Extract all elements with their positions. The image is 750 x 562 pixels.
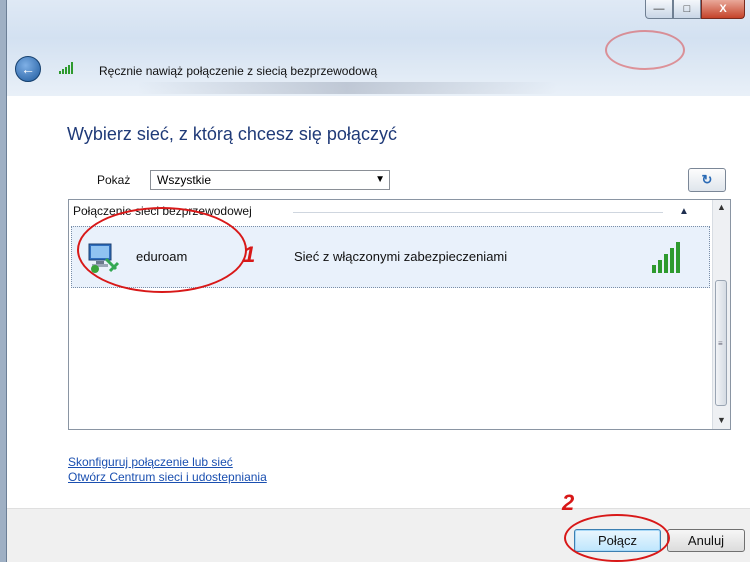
configure-connection-link[interactable]: Skonfiguruj połączenie lub sieć	[68, 455, 233, 469]
wireless-signal-icon	[59, 62, 73, 74]
dropdown-arrow-icon: ▼	[375, 174, 385, 185]
window-title: Ręcznie nawiąż połączenie z siecią bezpr…	[99, 64, 378, 78]
grip-icon: ≡	[718, 339, 723, 348]
refresh-icon: ↻	[701, 172, 713, 187]
scroll-thumb[interactable]: ≡	[715, 280, 727, 406]
maximize-icon: □	[683, 3, 691, 15]
network-security: Sieć z włączonymi zabezpieczeniami	[294, 249, 508, 264]
back-arrow-icon: ←	[21, 61, 35, 77]
annotation-ellipse-1	[77, 207, 247, 293]
close-icon: X	[719, 3, 727, 15]
scroll-up-icon[interactable]: ▲	[717, 202, 726, 212]
background-blur	[137, 82, 557, 94]
group-divider	[293, 212, 663, 213]
annotation-ellipse-2	[564, 514, 670, 562]
page-heading: Wybierz sieć, z którą chcesz się połączy…	[67, 124, 397, 144]
close-button[interactable]: X	[701, 0, 745, 19]
annotation-step-2: 2	[562, 490, 575, 515]
list-scrollbar[interactable]: ▲ ≡ ▼	[712, 200, 730, 429]
background-ellipse	[605, 30, 685, 70]
maximize-button[interactable]: □	[673, 0, 701, 19]
minimize-button[interactable]: —	[645, 0, 673, 19]
connect-wireless-window: — □ X ← Ręcznie nawiąż połączenie z siec…	[6, 0, 750, 562]
window-controls: — □ X	[645, 0, 745, 19]
minimize-icon: —	[653, 3, 665, 15]
signal-strength-icon	[652, 242, 680, 273]
back-button[interactable]: ←	[15, 56, 41, 82]
annotation-step-1: 1	[243, 242, 256, 267]
show-filter-select[interactable]: Wszystkie ▼	[150, 170, 390, 190]
show-filter-value: Wszystkie	[157, 173, 211, 187]
cancel-button[interactable]: Anuluj	[667, 529, 745, 552]
refresh-button[interactable]: ↻	[688, 168, 726, 192]
scroll-down-icon[interactable]: ▼	[717, 415, 726, 425]
network-center-link[interactable]: Otwórz Centrum sieci i udostepniania	[68, 470, 267, 484]
show-label: Pokaż	[97, 173, 131, 187]
title-bar: — □ X ← Ręcznie nawiąż połączenie z siec…	[7, 0, 750, 96]
chevron-up-icon[interactable]: ▲	[679, 206, 689, 217]
